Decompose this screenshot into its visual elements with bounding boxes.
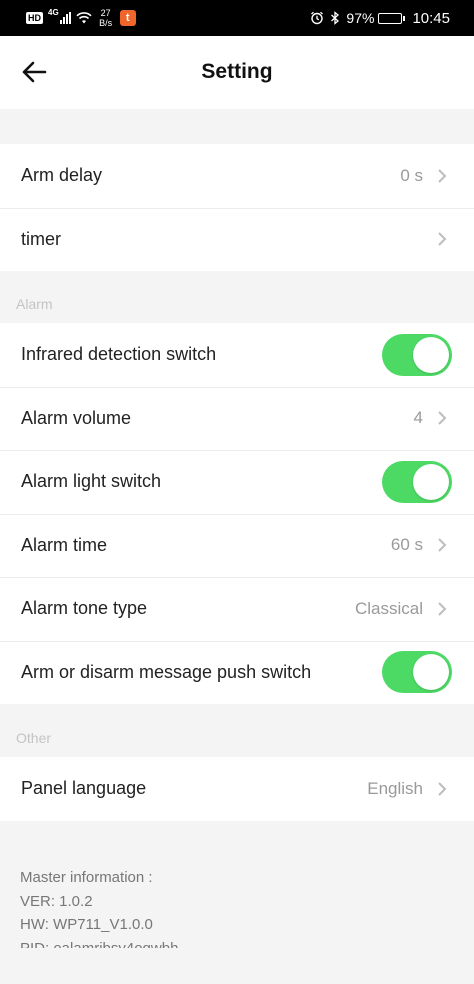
network-generation: 4G — [48, 7, 59, 17]
wifi-icon — [76, 12, 92, 24]
infrared-detection-toggle[interactable] — [382, 333, 452, 376]
arm-delay-label: Arm delay — [21, 165, 103, 186]
alarm-volume-row[interactable]: Alarm volume 4 — [0, 386, 474, 451]
chevron-right-icon — [438, 782, 447, 796]
section-header-alarm: Alarm — [16, 296, 53, 312]
tuya-app-notification-icon: t — [119, 10, 136, 26]
top-app-bar: Setting — [0, 36, 474, 109]
network-speed: 27 B/s — [97, 8, 115, 28]
panel-language-row[interactable]: Panel language English — [0, 757, 474, 821]
alarm-clock-icon — [311, 11, 324, 25]
toggle-knob — [413, 336, 449, 373]
alarm-tone-row[interactable]: Alarm tone type Classical — [0, 577, 474, 641]
chevron-right-icon — [438, 538, 447, 552]
panel-language-label: Panel language — [21, 778, 147, 799]
chevron-right-icon — [438, 169, 447, 183]
master-info-panel: Master information : VER: 1.0.2 HW: WP71… — [0, 860, 474, 948]
timer-row[interactable]: timer — [0, 207, 474, 272]
infrared-detection-row: Infrared detection switch — [0, 323, 474, 387]
bottom-padding — [0, 948, 474, 984]
hd-badge: HD — [26, 12, 43, 24]
master-info-title: Master information : — [20, 869, 153, 886]
chevron-right-icon — [438, 411, 447, 425]
arm-delay-row[interactable]: Arm delay 0 s — [0, 144, 474, 208]
master-info-text: Master information : VER: 1.0.2 HW: WP71… — [20, 866, 178, 948]
push-switch-label: Arm or disarm message push switch — [21, 661, 312, 682]
alarm-light-row: Alarm light switch — [0, 450, 474, 514]
general-settings-group: Arm delay 0 s timer — [0, 144, 474, 271]
arm-delay-value: 0 s — [400, 165, 423, 185]
alarm-settings-group: Infrared detection switch Alarm volume 4… — [0, 323, 474, 704]
push-switch-toggle[interactable] — [382, 651, 452, 694]
section-header-other: Other — [16, 730, 52, 746]
chevron-right-icon — [438, 232, 447, 246]
clock: 10:45 — [412, 9, 450, 27]
alarm-time-label: Alarm time — [21, 534, 108, 555]
battery-icon — [378, 12, 406, 24]
push-switch-row: Arm or disarm message push switch — [0, 640, 474, 705]
network-speed-value: 27 — [100, 8, 111, 18]
alarm-volume-value: 4 — [413, 408, 423, 428]
other-settings-group: Panel language English — [0, 757, 474, 821]
master-info-version: VER: 1.0.2 — [20, 892, 93, 910]
alarm-time-row[interactable]: Alarm time 60 s — [0, 513, 474, 578]
master-info-hardware: HW: WP711_V1.0.0 — [20, 916, 153, 933]
network-speed-unit: B/s — [99, 18, 113, 28]
alarm-tone-label: Alarm tone type — [21, 598, 148, 619]
alarm-volume-label: Alarm volume — [21, 407, 132, 428]
signal-icon — [59, 12, 71, 24]
alarm-light-toggle[interactable] — [382, 460, 452, 503]
alarm-light-label: Alarm light switch — [21, 471, 162, 492]
battery-percent: 97% — [346, 10, 375, 26]
toggle-knob — [413, 463, 449, 500]
timer-label: timer — [21, 228, 61, 249]
alarm-tone-value: Classical — [354, 598, 423, 618]
infrared-detection-label: Infrared detection switch — [21, 344, 217, 365]
master-info-pid: PID: oalamribsy4oqwbh — [20, 939, 179, 949]
panel-language-value: English — [367, 778, 423, 798]
bluetooth-icon — [331, 11, 340, 25]
alarm-time-value: 60 s — [390, 535, 423, 555]
page-title: Setting — [201, 60, 273, 83]
toggle-knob — [413, 654, 449, 691]
status-right: 97% 10:45 — [310, 0, 450, 36]
status-left: HD 4G 27 B/s t — [26, 0, 136, 36]
status-bar: HD 4G 27 B/s t 97% 10:45 — [0, 0, 474, 36]
chevron-right-icon — [438, 602, 447, 616]
